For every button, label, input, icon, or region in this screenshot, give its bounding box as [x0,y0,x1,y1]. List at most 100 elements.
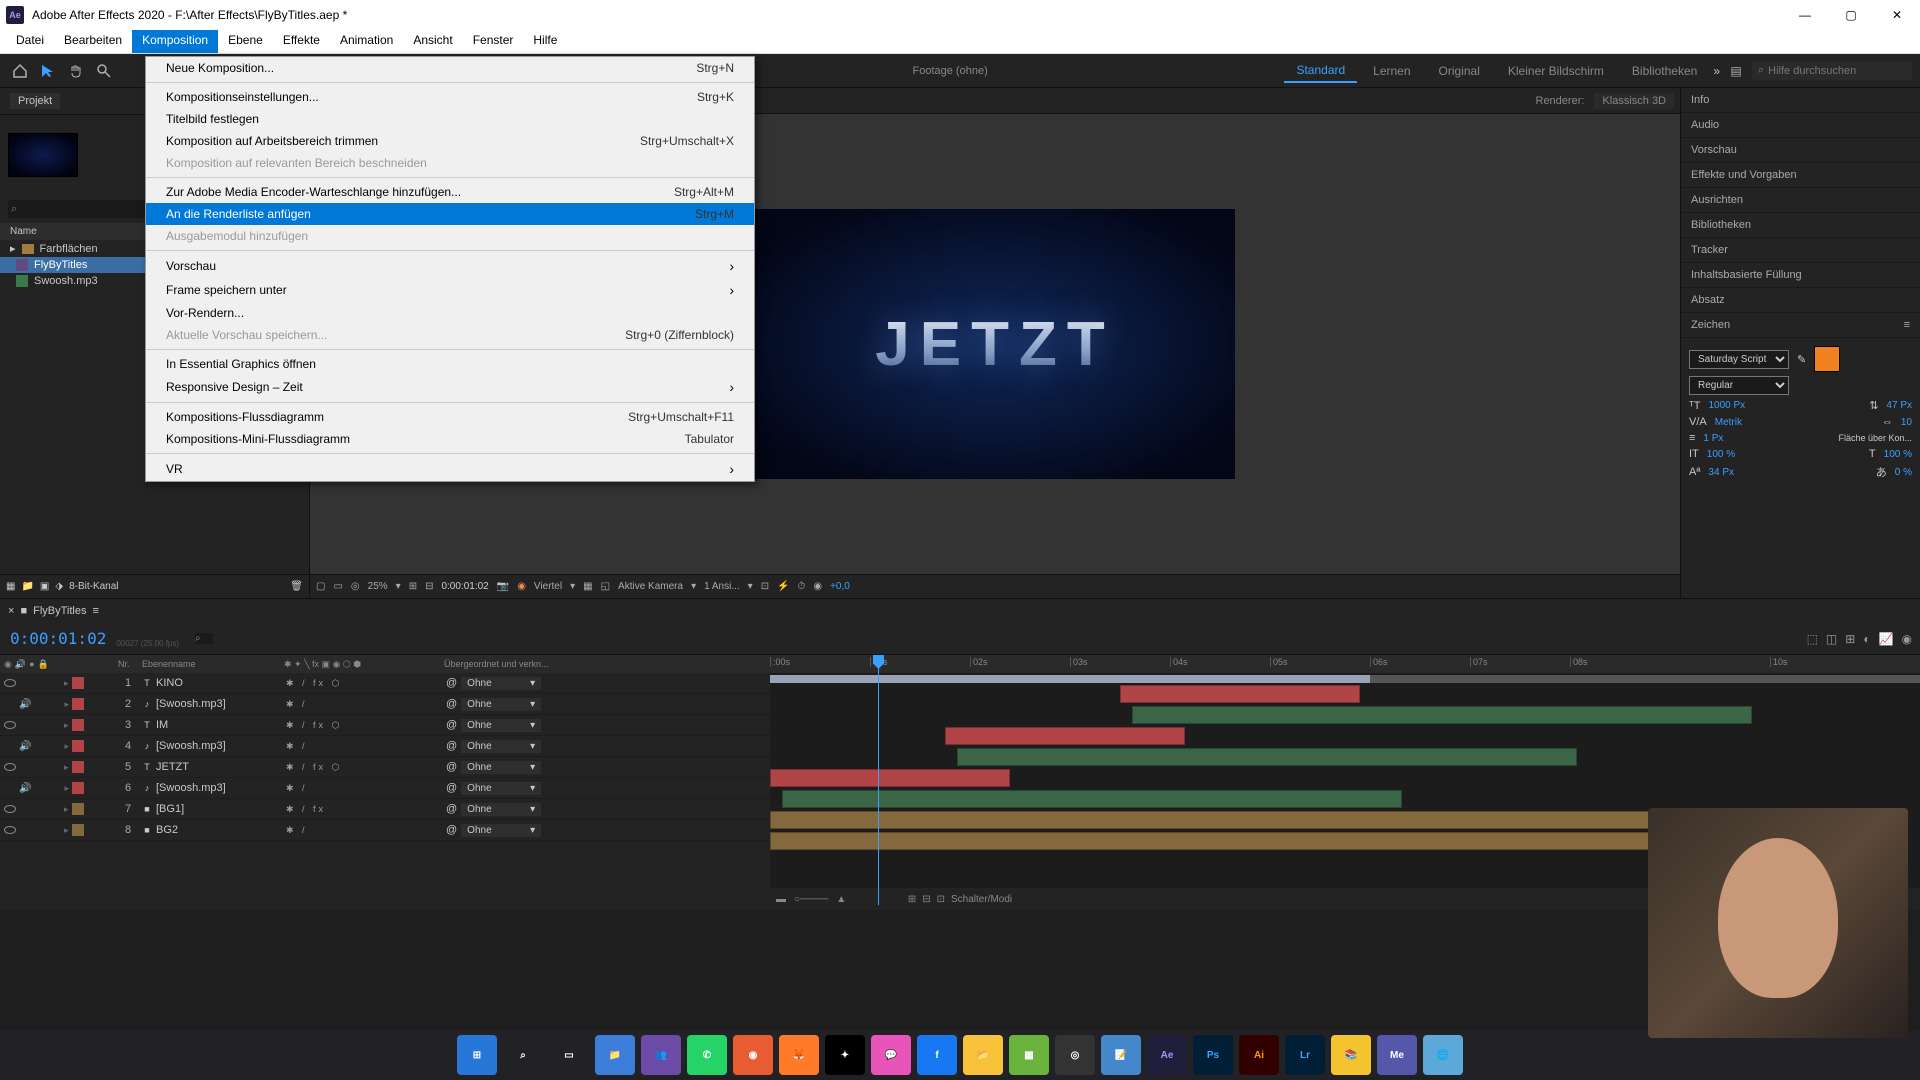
layer-name[interactable]: [Swoosh.mp3] [156,740,286,752]
start-button[interactable]: ⊞ [457,1035,497,1075]
workspace-lernen[interactable]: Lernen [1361,60,1422,82]
layer-name[interactable]: [Swoosh.mp3] [156,782,286,794]
pickwhip-icon[interactable]: @ [446,782,457,794]
menu-ebene[interactable]: Ebene [218,30,273,53]
layer-bar[interactable] [1132,706,1752,724]
pickwhip-icon[interactable]: @ [446,698,457,710]
transparent-icon[interactable]: ▦ [583,581,592,592]
workspace-kleiner[interactable]: Kleiner Bildschirm [1496,60,1616,82]
shy-icon[interactable]: ⬚ [1807,632,1818,646]
ruler-tick[interactable]: 05s [1270,657,1288,667]
fill-color-swatch[interactable] [1814,346,1840,372]
tsume-value[interactable]: 0 % [1895,467,1912,478]
layer-bar[interactable] [770,832,1770,850]
menu-item[interactable]: Kompositions-FlussdiagrammStrg+Umschalt+… [146,406,754,428]
guide-icon[interactable]: ⊟ [425,581,433,592]
menu-ansicht[interactable]: Ansicht [403,30,462,53]
zoom-dropdown[interactable]: 25% [368,581,388,592]
panel-section-bibliotheken[interactable]: Bibliotheken [1681,213,1920,238]
stroke-mode[interactable]: Fläche über Kon... [1838,433,1912,443]
menu-effekte[interactable]: Effekte [273,30,330,53]
ruler-tick[interactable]: 06s [1370,657,1388,667]
kerning-value[interactable]: Metrik [1715,417,1742,428]
visibility-icon[interactable] [4,679,16,687]
tracking-value[interactable]: 10 [1901,417,1912,428]
ruler-tick[interactable]: 10s [1770,657,1788,667]
maximize-button[interactable]: ▢ [1828,0,1874,30]
chevron-down-icon[interactable]: ▾ [396,581,401,592]
viewer-timecode[interactable]: 0:00:01:02 [441,581,488,592]
layer-name[interactable]: BG2 [156,824,286,836]
layer-color-tag[interactable] [72,719,84,731]
layer-bar[interactable] [1120,685,1360,703]
task-desktops-icon[interactable]: ▭ [549,1035,589,1075]
bit-depth-button[interactable]: 8-Bit-Kanal [69,581,118,592]
work-area-bar[interactable] [770,675,1370,683]
menu-item[interactable]: Frame speichern unter [146,278,754,302]
visibility-icon[interactable] [4,721,16,729]
panel-section-info[interactable]: Info [1681,88,1920,113]
panel-section-ausrichten[interactable]: Ausrichten [1681,188,1920,213]
menu-item[interactable]: Vorschau [146,254,754,278]
ruler-tick[interactable]: 07s [1470,657,1488,667]
parent-dropdown[interactable]: Ohne▾ [461,698,541,711]
timeline-tab-name[interactable]: FlyByTitles [33,605,86,617]
zoom-in-icon[interactable]: ▲ [836,894,846,905]
layer-name[interactable]: JETZT [156,761,286,773]
font-style-dropdown[interactable]: Regular [1689,376,1789,395]
graph-icon[interactable]: 📈 [1879,632,1894,646]
menu-komposition[interactable]: Komposition [132,30,218,53]
panel-section-zeichen[interactable]: Zeichen≡ [1681,313,1920,338]
pickwhip-icon[interactable]: @ [446,677,457,689]
ruler-tick[interactable]: :00s [770,657,790,667]
layer-row[interactable]: 🔊▸6♪[Swoosh.mp3]✱ /@Ohne▾ [0,778,770,799]
timeline-icon[interactable]: ⏱ [798,581,806,592]
draft3d-icon[interactable]: ◫ [1826,632,1837,646]
adjust-icon[interactable]: ⬗ [55,581,63,592]
layer-color-tag[interactable] [72,803,84,815]
parent-dropdown[interactable]: Ohne▾ [461,719,541,732]
panel-section-inhaltsbasierte-füllung[interactable]: Inhaltsbasierte Füllung [1681,263,1920,288]
leading-value[interactable]: 47 Px [1886,400,1912,411]
layer-bar[interactable] [770,811,1770,829]
pickwhip-icon[interactable]: @ [446,740,457,752]
panel-section-absatz[interactable]: Absatz [1681,288,1920,313]
pickwhip-icon[interactable]: @ [446,803,457,815]
menu-fenster[interactable]: Fenster [463,30,524,53]
render-icon[interactable]: ◉ [813,581,822,592]
parent-dropdown[interactable]: Ohne▾ [461,677,541,690]
layer-color-tag[interactable] [72,761,84,773]
menu-item[interactable]: Kompositionseinstellungen...Strg+K [146,86,754,108]
task-whatsapp-icon[interactable]: ✆ [687,1035,727,1075]
stroke-value[interactable]: 1 Px [1703,433,1723,444]
layer-name[interactable]: IM [156,719,286,731]
layer-name[interactable]: [Swoosh.mp3] [156,698,286,710]
overflow-icon[interactable]: » [1713,64,1720,78]
layer-color-tag[interactable] [72,698,84,710]
audio-icon[interactable]: 🔊 [19,741,31,752]
lock-icon[interactable]: ■ [20,605,27,617]
pickwhip-icon[interactable]: @ [446,824,457,836]
vscale-value[interactable]: 100 % [1707,449,1735,460]
panel-menu-icon[interactable]: ≡ [1904,319,1910,331]
task-ps-icon[interactable]: Ps [1193,1035,1233,1075]
parent-dropdown[interactable]: Ohne▾ [461,740,541,753]
task-app2-icon[interactable]: ✦ [825,1035,865,1075]
task-facebook-icon[interactable]: f [917,1035,957,1075]
timeline-search-icon[interactable] [195,633,213,644]
task-firefox-icon[interactable]: 🦊 [779,1035,819,1075]
workspace-standard[interactable]: Standard [1284,59,1357,83]
comp-new-icon[interactable]: ▣ [40,581,49,592]
region-icon[interactable]: ▢ [316,581,325,592]
fast-icon[interactable]: ⚡ [777,581,789,592]
menu-item[interactable]: Vor-Rendern... [146,302,754,324]
eyedropper-icon[interactable]: ✎ [1797,353,1806,366]
audio-icon[interactable]: 🔊 [19,783,31,794]
task-obs-icon[interactable]: ◎ [1055,1035,1095,1075]
layer-row[interactable]: ▸7■[BG1]✱ / fx@Ohne▾ [0,799,770,820]
search-help-input[interactable]: ⌕ Hilfe durchsuchen [1752,61,1912,80]
playhead[interactable] [878,655,879,905]
project-tab[interactable]: Projekt [10,93,60,109]
task-globe-icon[interactable]: 🌐 [1423,1035,1463,1075]
parent-dropdown[interactable]: Ohne▾ [461,824,541,837]
